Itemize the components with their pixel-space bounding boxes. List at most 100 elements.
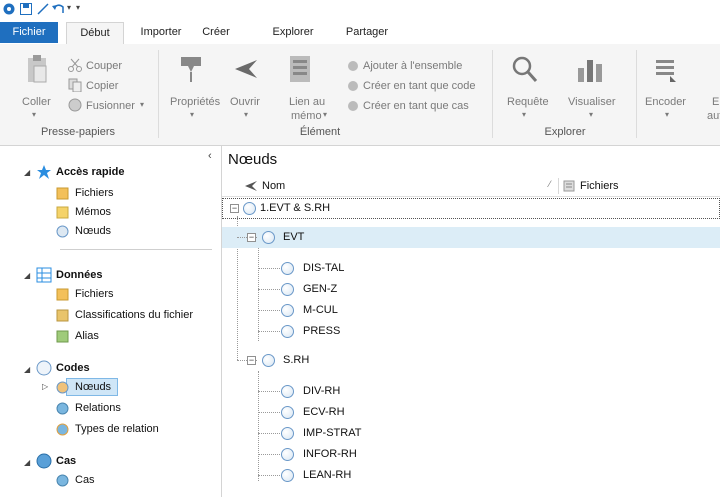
node-label: ECV-RH [303,406,345,418]
encoder-button[interactable]: Encoder [645,96,686,108]
coller-dropdown-icon[interactable]: ▾ [32,110,36,119]
separator [636,50,637,138]
tree-line [258,331,280,332]
tree-row[interactable]: INFOR-RH [222,444,720,465]
separator [492,50,493,138]
tree-row[interactable]: DIV-RH [222,381,720,402]
customize-toolbar-icon[interactable]: ▾ [76,3,80,12]
nav-donnees-classifications[interactable]: Classifications du fichier [75,309,193,321]
node-icon [281,469,294,482]
visualiser-dropdown-icon[interactable]: ▾ [589,110,593,119]
expand-noeuds-icon[interactable]: ▷ [42,382,48,391]
create-case-icon [348,101,358,111]
encode-icon [656,60,676,82]
nav-acces-noeuds[interactable]: Nœuds [75,225,111,237]
tree-row[interactable]: LEAN-RH [222,465,720,486]
collapse-toggle-icon[interactable]: − [247,233,256,242]
tree-row[interactable]: − 1.EVT & S.RH [222,198,720,219]
save-icon[interactable] [20,3,32,15]
ouvrir-button[interactable]: Ouvrir [230,96,260,108]
lien-au-dropdown-icon[interactable]: ▾ [323,110,327,119]
tab-explorer[interactable]: Explorer [264,22,322,43]
edit-icon[interactable] [37,3,49,15]
nav-acces-fichiers[interactable]: Fichiers [75,187,114,199]
nav-donnees[interactable]: Données [56,269,102,281]
partial-button[interactable]: E [712,96,719,108]
nav-acces-memos[interactable]: Mémos [75,206,111,218]
requete-dropdown-icon[interactable]: ▾ [522,110,526,119]
fusionner-dropdown-icon[interactable]: ▾ [140,100,144,109]
collapse-toggle-icon[interactable]: − [247,356,256,365]
expand-cas-icon[interactable]: ◢ [24,458,30,467]
ajouter-ensemble-button[interactable]: Ajouter à l'ensemble [363,60,462,72]
expand-donnees-icon[interactable]: ◢ [24,271,30,280]
lien-au-button-line2[interactable]: mémo [291,110,322,122]
undo-icon[interactable] [52,3,66,15]
visualiser-button[interactable]: Visualiser [568,96,616,108]
node-label: PRESS [303,325,341,337]
collapse-toggle-icon[interactable]: − [230,204,239,213]
open-icon [235,60,257,78]
nav-acces-rapide[interactable]: Accès rapide [56,166,124,178]
nav-donnees-fichiers[interactable]: Fichiers [75,288,114,300]
column-nom[interactable]: Nom [262,180,285,192]
copy-icon [68,78,82,92]
tree-row[interactable]: IMP-STRAT [222,423,720,444]
ribbon-tabs: Fichier Début Importer Créer Explorer Pa… [0,22,720,45]
column-fichiers[interactable]: Fichiers [580,180,619,192]
tree-line [258,310,280,311]
creer-cas-button[interactable]: Créer en tant que cas [363,100,469,112]
lien-au-button[interactable]: Lien au [289,96,325,108]
proprietes-button[interactable]: Propriétés [170,96,220,108]
group-element: Élément [299,126,341,138]
node-icon [281,427,294,440]
tree-line [258,475,280,476]
ouvrir-dropdown-icon[interactable]: ▾ [244,110,248,119]
relation-types-icon [56,423,69,436]
nav-codes-relations[interactable]: Relations [75,402,121,414]
tree-line [258,412,280,413]
node-icon [281,385,294,398]
couper-button[interactable]: Couper [86,60,122,72]
tree-row[interactable]: GEN-Z [222,279,720,300]
tab-creer[interactable]: Créer [196,22,236,43]
ribbon: Coller ▾ Couper Copier Fusionner ▾ Press… [0,44,720,146]
proprietes-dropdown-icon[interactable]: ▾ [190,110,194,119]
tab-debut[interactable]: Début [66,22,124,45]
expand-acces-rapide-icon[interactable]: ◢ [24,168,30,177]
tree-row[interactable]: PRESS [222,321,720,342]
tree-row[interactable]: ECV-RH [222,402,720,423]
nodes-list-view: Nœuds Nom ⁄ Fichiers − 1.EVT & S.RH − EV… [222,146,720,497]
requete-button[interactable]: Requête [507,96,549,108]
app-icon[interactable] [3,3,15,15]
nav-cas-cas[interactable]: Cas [75,474,95,486]
encoder-dropdown-icon[interactable]: ▾ [665,110,669,119]
creer-code-button[interactable]: Créer en tant que code [363,80,476,92]
nav-codes[interactable]: Codes [56,362,90,374]
nav-codes-types-relation[interactable]: Types de relation [75,423,159,435]
expand-codes-icon[interactable]: ◢ [24,365,30,374]
nav-cas[interactable]: Cas [56,455,76,467]
memo-link-icon [290,56,310,82]
undo-dropdown-icon[interactable]: ▾ [67,3,71,12]
nav-codes-noeuds[interactable]: Nœuds [75,381,111,393]
tree-row[interactable]: DIS-TAL [222,258,720,279]
partial-button-line2[interactable]: aut [707,110,720,122]
collapse-nav-icon[interactable]: ‹ [208,150,212,162]
copier-button[interactable]: Copier [86,80,118,92]
tab-fichier[interactable]: Fichier [0,22,58,43]
column-divider[interactable] [558,178,559,194]
tab-partager[interactable]: Partager [338,22,396,43]
tree-line [258,391,280,392]
add-to-set-icon [348,61,358,71]
tree-row[interactable]: − S.RH [222,350,720,371]
nav-donnees-alias[interactable]: Alias [75,330,99,342]
node-icon [262,354,275,367]
tree-row[interactable]: M-CUL [222,300,720,321]
tab-importer[interactable]: Importer [132,22,190,43]
tree-line [258,454,280,455]
fusionner-button[interactable]: Fusionner [86,100,135,112]
column-files-icon [563,180,575,192]
coller-button[interactable]: Coller [22,96,51,108]
tree-row-selected[interactable]: − EVT [222,227,720,248]
